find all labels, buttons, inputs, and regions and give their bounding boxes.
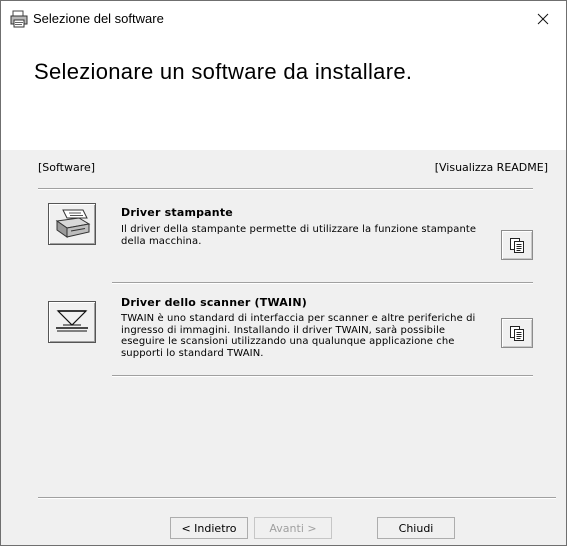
scanner-readme-button[interactable] — [501, 318, 533, 348]
printer-icon — [55, 209, 91, 238]
close-icon — [537, 13, 549, 25]
install-scanner-driver-button[interactable] — [48, 301, 96, 343]
software-column-label: [Software] — [38, 161, 96, 174]
back-button[interactable]: < Indietro — [170, 517, 248, 539]
scanner-driver-title: Driver dello scanner (TWAIN) — [121, 296, 307, 309]
software-list-panel: [Software] [Visualizza README] Driver st… — [1, 150, 566, 490]
printer-driver-description: Il driver della stampante permette di ut… — [121, 224, 477, 247]
scanner-driver-description: TWAIN è uno standard di interfaccia per … — [121, 313, 476, 359]
install-printer-driver-button[interactable] — [48, 203, 96, 245]
header-panel: Selezionare un software da installare. — [1, 37, 566, 150]
footer-divider — [38, 497, 556, 499]
window-title: Selezione del software — [33, 11, 164, 26]
installer-app-icon — [10, 10, 28, 28]
divider — [38, 188, 533, 190]
printer-readme-button[interactable] — [501, 230, 533, 260]
installer-window: Selezione del software Selezionare un so… — [0, 0, 567, 546]
divider — [112, 282, 533, 284]
close-button[interactable]: Chiudi — [377, 517, 455, 539]
next-button[interactable]: Avanti > — [254, 517, 332, 539]
printer-driver-title: Driver stampante — [121, 206, 233, 219]
document-icon — [510, 326, 524, 341]
divider — [112, 375, 533, 377]
page-heading: Selezionare un software da installare. — [34, 59, 413, 84]
title-bar: Selezione del software — [1, 1, 566, 37]
scanner-icon — [56, 310, 88, 332]
close-window-button[interactable] — [520, 1, 566, 37]
document-icon — [510, 238, 524, 253]
readme-column-label: [Visualizza README] — [434, 161, 548, 174]
